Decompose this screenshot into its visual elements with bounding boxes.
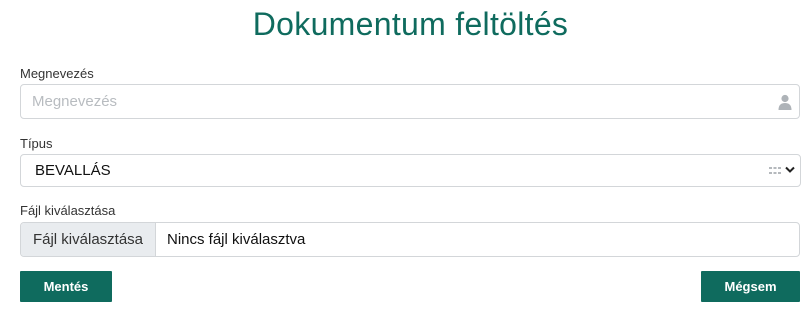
name-label: Megnevezés bbox=[20, 66, 94, 81]
user-icon bbox=[778, 94, 792, 110]
type-label: Típus bbox=[20, 136, 53, 151]
file-label: Fájl kiválasztása bbox=[20, 203, 116, 218]
cancel-button[interactable]: Mégsem bbox=[701, 271, 800, 302]
file-input[interactable]: Fájl kiválasztása Nincs fájl kiválasztva bbox=[20, 222, 800, 257]
name-placeholder: Megnevezés bbox=[32, 93, 118, 110]
chevron-down-icon bbox=[785, 166, 795, 173]
grid-icon bbox=[769, 167, 781, 174]
type-selected-value: BEVALLÁS bbox=[35, 162, 111, 179]
choose-file-button[interactable]: Fájl kiválasztása bbox=[21, 223, 156, 256]
page-title: Dokumentum feltöltés bbox=[252, 6, 569, 42]
save-button[interactable]: Mentés bbox=[20, 271, 112, 302]
name-field[interactable]: Megnevezés bbox=[20, 84, 800, 119]
type-select[interactable]: BEVALLÁS bbox=[20, 154, 801, 187]
file-status-text: Nincs fájl kiválasztva bbox=[167, 231, 306, 248]
